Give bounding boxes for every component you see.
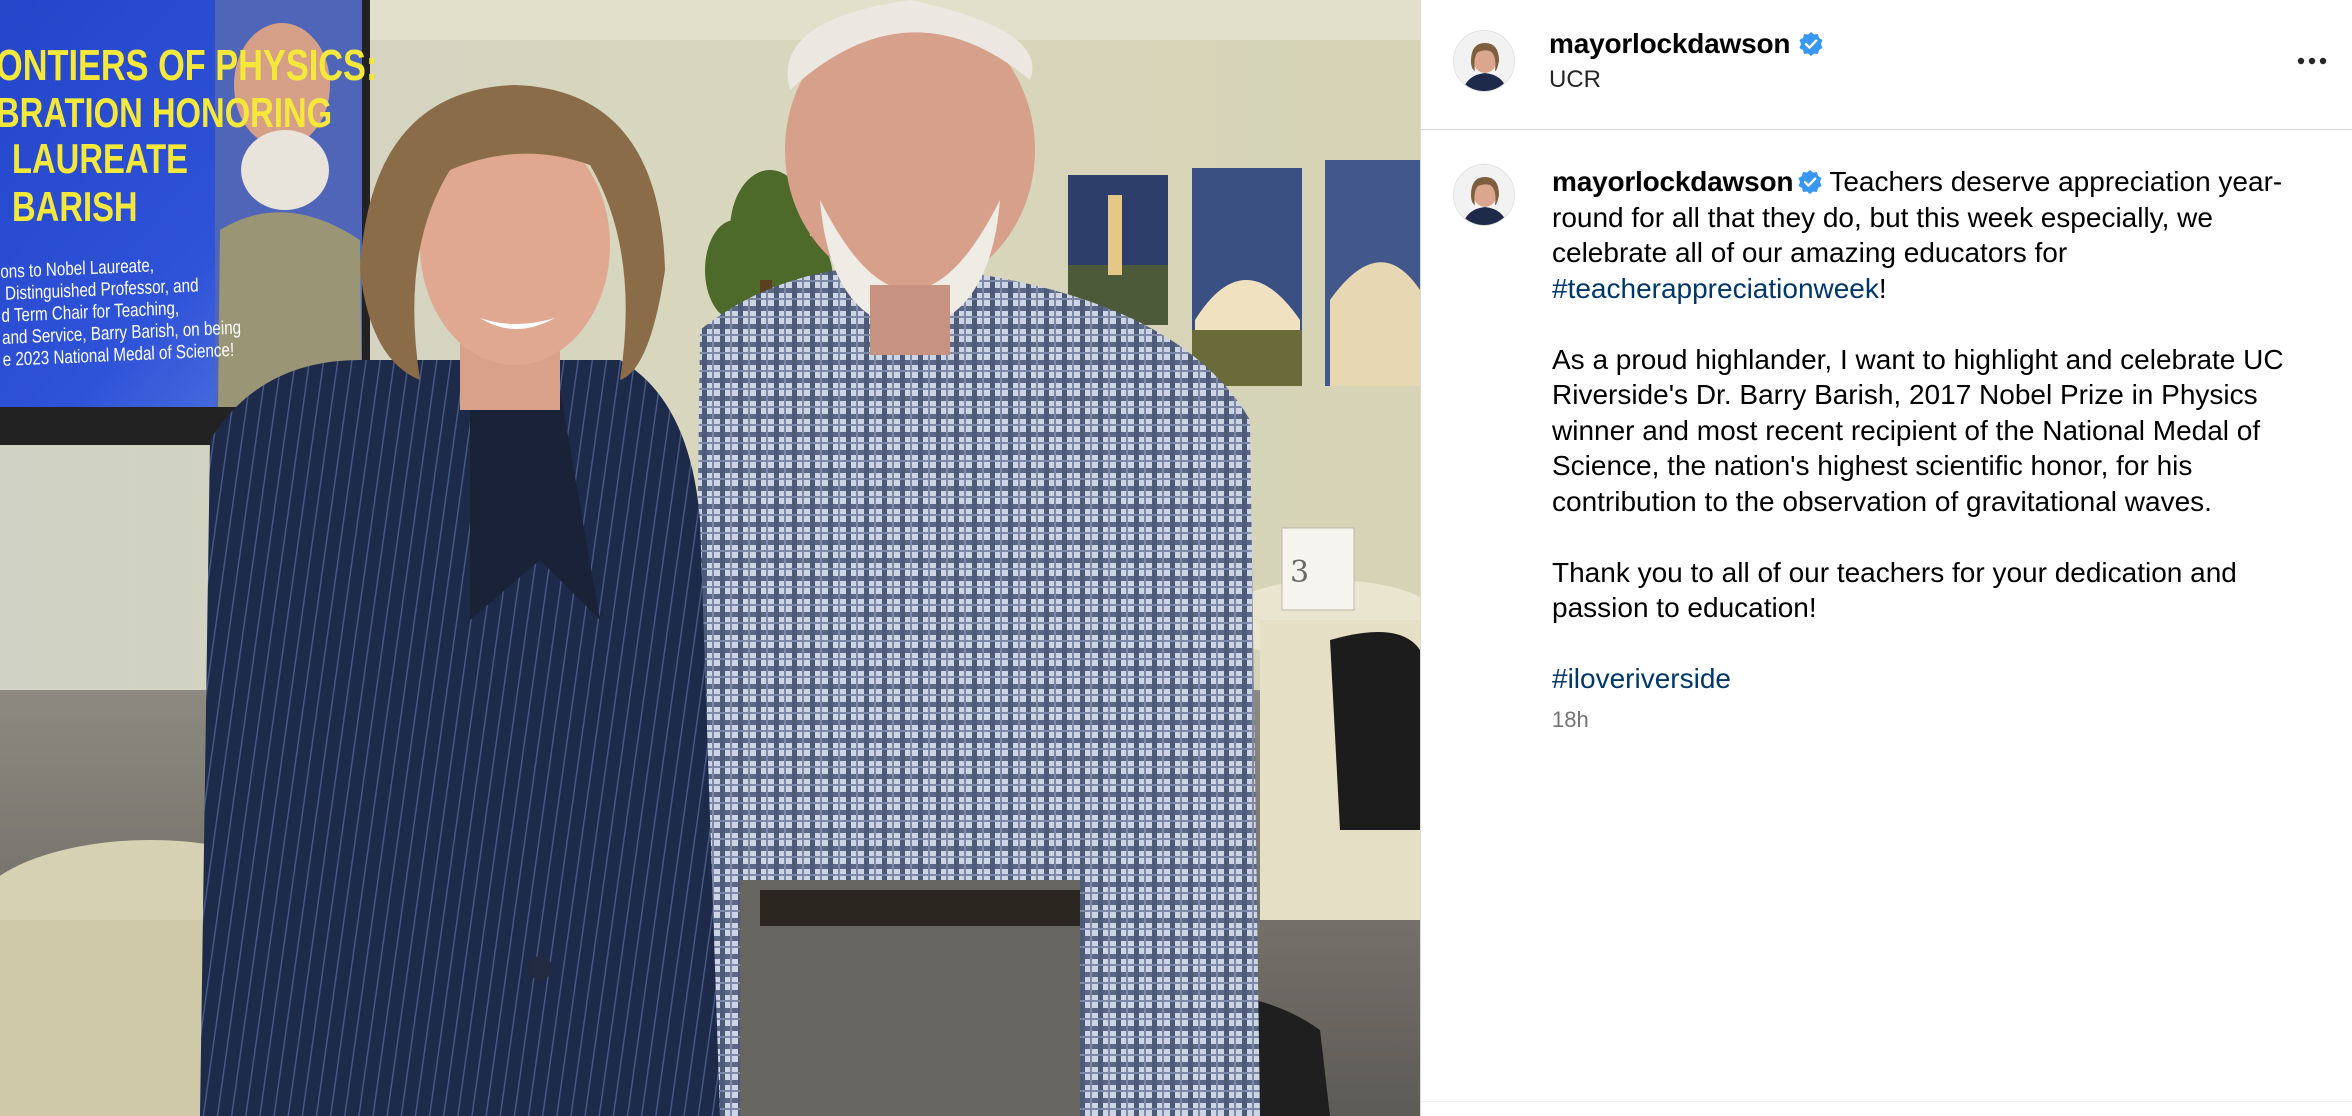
screen-title-line-3: LAUREATE (12, 135, 188, 182)
post-caption: mayorlockdawson Teachers deserve appreci… (1552, 164, 2308, 697)
caption-paragraph-1: mayorlockdawson Teachers deserve appreci… (1552, 164, 2308, 306)
post-side-panel: mayorlockdawson UCR mayorlockdawson Teac… (1420, 0, 2352, 1116)
avatar-image (1454, 31, 1514, 91)
header-username-text[interactable]: mayorlockdawson (1549, 28, 1791, 60)
header-username[interactable]: mayorlockdawson (1549, 28, 1824, 60)
avatar-image (1454, 165, 1514, 225)
avatar[interactable] (1453, 30, 1515, 92)
screen-subtitle: ons to Nobel Laureate, Distinguished Pro… (0, 255, 242, 371)
caption-intro-end: ! (1878, 272, 1887, 304)
screen-title-line-4: BARISH (12, 183, 138, 230)
table-card-number: 3 (1290, 555, 1310, 590)
divider (1421, 1101, 2352, 1102)
caption-avatar[interactable] (1453, 164, 1515, 226)
caption-username[interactable]: mayorlockdawson (1552, 166, 1794, 197)
verified-badge-icon (1798, 31, 1824, 57)
caption-area: mayorlockdawson Teachers deserve appreci… (1421, 130, 2352, 733)
caption-paragraph-3: Thank you to all of our teachers for you… (1552, 556, 2237, 624)
hashtag-link-teacherappreciationweek[interactable]: #teacherappreciationweek (1552, 273, 1879, 304)
header-location[interactable]: UCR (1549, 66, 1601, 94)
caption-paragraph-4: #iloveriverside (1552, 661, 2308, 697)
post-viewer: ONTIERS OF PHYSICS: BRATION HONORING LAU… (0, 0, 2352, 1116)
hashtag-link-iloveriverside[interactable]: #iloveriverside (1552, 663, 1731, 694)
screen-title-line-2: BRATION HONORING (0, 89, 333, 136)
screen-title-line-1: ONTIERS OF PHYSICS: (0, 41, 378, 90)
post-header: mayorlockdawson UCR (1421, 0, 2352, 130)
caption-paragraph-2: As a proud highlander, I want to highlig… (1552, 343, 2284, 517)
photo-image (0, 0, 1420, 1116)
post-photo[interactable]: ONTIERS OF PHYSICS: BRATION HONORING LAU… (0, 0, 1420, 1116)
more-horizontal-icon (2297, 57, 2327, 65)
verified-badge-icon (1797, 169, 1823, 195)
more-options-button[interactable] (2292, 46, 2332, 76)
post-timestamp[interactable]: 18h (1552, 707, 2352, 733)
